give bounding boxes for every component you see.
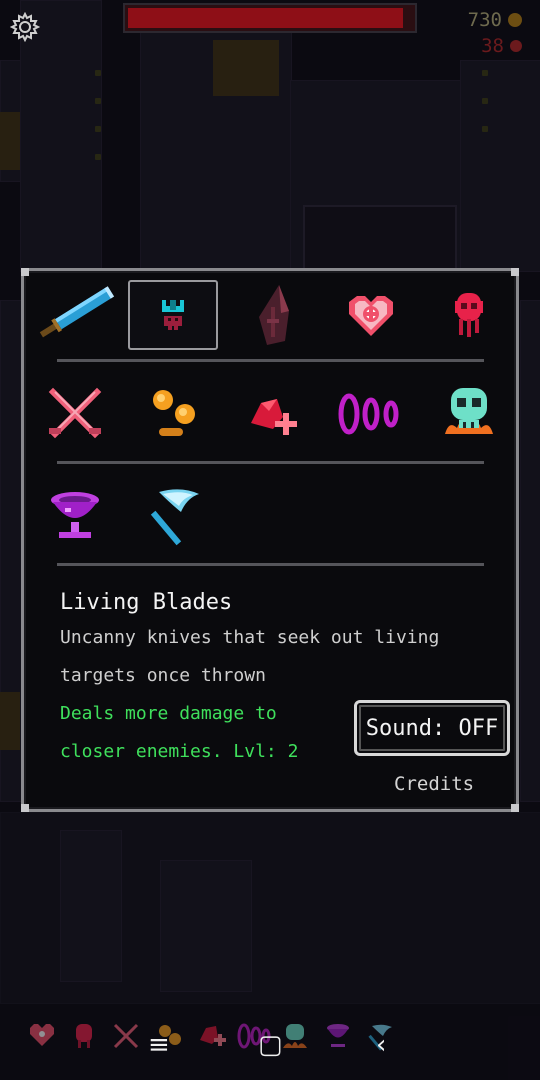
skull-icon	[510, 40, 522, 52]
coins-icon[interactable]	[128, 379, 218, 449]
row-divider	[57, 359, 484, 362]
crossed-swords-icon[interactable]	[30, 379, 120, 449]
kill-value: 38	[481, 35, 504, 57]
crab-mask-icon[interactable]	[128, 280, 218, 350]
bottom-bar: ≡ ▢ ‹	[0, 1000, 540, 1080]
rings-icon[interactable]	[326, 379, 416, 449]
spear-tip-icon[interactable]	[228, 280, 318, 350]
purple-chalice-icon[interactable]	[30, 481, 120, 551]
upgrade-description: Uncanny knives that seek out living targ…	[60, 627, 440, 686]
ghost-skull-icon[interactable]	[424, 280, 514, 350]
settings-gear-icon[interactable]	[9, 11, 41, 43]
upgrade-effect: Deals more damage to closer enemies. Lvl…	[60, 703, 299, 762]
upgrade-title: Living Blades	[60, 590, 233, 615]
ghost-skull-icon	[76, 1024, 92, 1048]
sound-toggle-button[interactable]: Sound: OFF	[354, 700, 510, 756]
nav-home-button[interactable]: ▢	[258, 1030, 283, 1060]
heart-shield-icon[interactable]	[326, 280, 416, 350]
purple-chalice-icon	[327, 1024, 349, 1047]
blade-sword-icon[interactable]	[30, 280, 120, 350]
crossed-swords-icon	[113, 1023, 139, 1049]
flaming-skull-icon	[283, 1024, 307, 1048]
coin-icon	[508, 13, 522, 27]
row-divider	[57, 461, 484, 464]
credits-button[interactable]: Credits	[394, 773, 474, 795]
nav-back-button[interactable]: ‹	[376, 1030, 386, 1060]
gold-counter: 730	[468, 9, 522, 31]
heart-shield-icon	[30, 1024, 54, 1046]
nav-menu-button[interactable]: ≡	[148, 1030, 170, 1060]
blood-heal-icon	[200, 1026, 226, 1046]
flaming-skull-icon[interactable]	[424, 379, 514, 449]
upgrade-row-2	[24, 375, 516, 455]
upgrade-row-3	[24, 477, 516, 557]
health-bar-fill	[128, 8, 403, 28]
gold-value: 730	[467, 9, 502, 31]
upgrades-panel: Living Blades Uncanny knives that seek o…	[21, 268, 519, 812]
row-divider	[57, 563, 484, 566]
ice-axe-icon[interactable]	[128, 481, 218, 551]
upgrade-row-1	[24, 276, 516, 356]
kill-counter: 38	[481, 35, 522, 57]
blood-heal-icon[interactable]	[228, 379, 318, 449]
health-bar	[123, 3, 417, 33]
